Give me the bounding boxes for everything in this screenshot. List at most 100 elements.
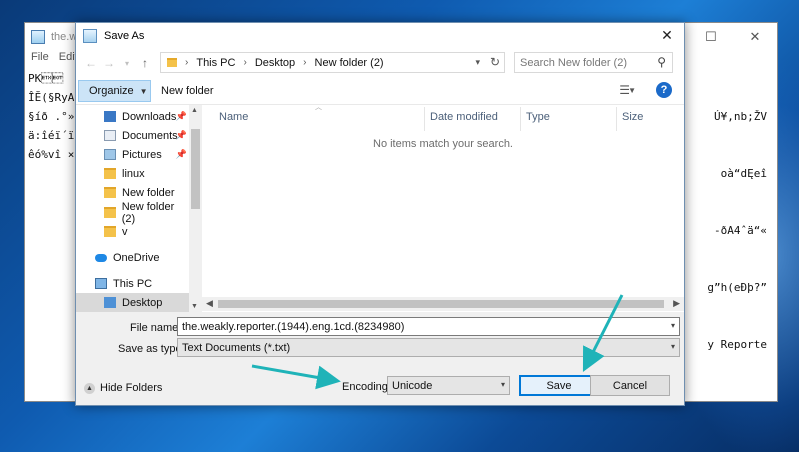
column-header-date-modified[interactable]: Date modified (430, 111, 498, 123)
up-arrow-icon[interactable]: ↑ (136, 56, 154, 70)
menu-file[interactable]: File (31, 51, 49, 69)
desktop-icon (104, 297, 116, 308)
scroll-down-icon[interactable]: ▼ (191, 303, 198, 310)
organize-button[interactable]: Organize ▼ (78, 80, 151, 102)
file-list-pane: ︿ Name Date modified Type Size No items … (202, 104, 684, 312)
hide-folders-label: Hide Folders (100, 382, 163, 394)
nav-item-label: New folder (122, 186, 175, 199)
encoding-select[interactable]: Unicode ▾ (387, 376, 510, 395)
nav-item-label: linux (122, 167, 145, 180)
breadcrumb-desktop[interactable]: Desktop (255, 57, 295, 69)
nav-item-new-folder[interactable]: New folder (76, 183, 189, 202)
dialog-title: Save As (104, 30, 145, 42)
folder-icon (104, 207, 116, 218)
encoding-value: Unicode (392, 379, 433, 392)
nav-item-label: Desktop (122, 296, 163, 309)
close-icon[interactable]: ✕ (733, 23, 777, 51)
nav-item-label: Downloads (122, 110, 177, 123)
text-line: oà“dĘeî (720, 167, 767, 180)
folder-icon (104, 187, 116, 198)
horizontal-scrollbar[interactable]: ◀ ▶ (202, 297, 684, 311)
save-options-panel: File name: the.weakly.reporter.(1944).en… (76, 312, 684, 405)
address-bar[interactable]: › This PC › Desktop › New folder (2) ▾ ↻ (160, 52, 505, 73)
column-divider[interactable] (520, 107, 521, 131)
nav-item-pictures[interactable]: Pictures 📌 (76, 145, 189, 164)
save-button[interactable]: Save (519, 375, 599, 396)
notepad-icon (83, 29, 97, 43)
nav-item-this-pc[interactable]: This PC (76, 274, 189, 293)
nav-item-v[interactable]: v (76, 222, 189, 241)
address-row: ← → ▾ ↑ › This PC › Desktop › New folder… (76, 49, 684, 77)
cancel-button[interactable]: Cancel (590, 375, 670, 396)
scrollbar-thumb[interactable] (191, 129, 200, 209)
folder-icon (167, 58, 177, 67)
browser-area: Downloads 📌 Documents 📌 Pictures 📌 linux… (76, 104, 684, 312)
forward-arrow-icon[interactable]: → (100, 56, 118, 70)
column-header-size[interactable]: Size (622, 111, 643, 123)
text-line: y Reporte (707, 338, 767, 351)
scroll-right-icon[interactable]: ▶ (673, 298, 680, 309)
search-input[interactable]: Search New folder (2) ⚲ (514, 52, 673, 73)
nav-item-linux[interactable]: linux (76, 164, 189, 183)
onedrive-icon (95, 253, 107, 262)
column-header-type[interactable]: Type (526, 111, 550, 123)
scrollbar-thumb[interactable] (218, 300, 664, 308)
command-bar: Organize ▼ New folder ☰ ▼ ? (76, 77, 684, 105)
search-icon: ⚲ (657, 55, 666, 69)
file-name-label: File name: (130, 322, 182, 334)
close-icon[interactable]: ✕ (658, 27, 676, 44)
chevron-right-icon: › (243, 57, 247, 68)
refresh-icon[interactable]: ↻ (490, 55, 500, 69)
organize-label: Organize (89, 85, 134, 97)
save-as-type-select[interactable]: Text Documents (*.txt) ▾ (177, 338, 680, 357)
save-as-dialog: Save As ✕ ← → ▾ ↑ › This PC › Desktop › … (75, 22, 685, 406)
recent-dropdown-icon[interactable]: ▾ (118, 59, 136, 68)
file-name-field[interactable]: the.weakly.reporter.(1944).eng.1cd.(8234… (177, 317, 680, 336)
text-line: g”h(eÐþ?” (707, 281, 767, 294)
this-pc-icon (95, 278, 107, 289)
text-line: -ðA4ˆä“« (714, 224, 767, 237)
nav-item-downloads[interactable]: Downloads 📌 (76, 107, 189, 126)
chevron-down-icon: ▾ (670, 342, 675, 351)
folder-icon (104, 226, 116, 237)
column-divider[interactable] (424, 107, 425, 131)
empty-message: No items match your search. (373, 138, 513, 150)
notepad-icon (31, 30, 45, 44)
pin-icon: 📌 (175, 130, 187, 140)
maximize-icon[interactable]: ☐ (689, 23, 733, 51)
nav-item-label: OneDrive (113, 251, 160, 264)
save-as-type-value: Text Documents (*.txt) (182, 341, 291, 354)
chevron-right-icon: › (185, 57, 189, 68)
dialog-titlebar[interactable]: Save As ✕ (76, 23, 684, 49)
text-line: Ú¥,nb;ŽV (714, 110, 767, 123)
documents-icon (104, 130, 116, 141)
nav-item-desktop[interactable]: Desktop (76, 293, 189, 312)
nav-item-label: This PC (113, 277, 153, 290)
file-name-value: the.weakly.reporter.(1944).eng.1cd.(8234… (182, 320, 405, 333)
nav-item-new-folder-2[interactable]: New folder (2) (76, 200, 189, 225)
navigation-pane: Downloads 📌 Documents 📌 Pictures 📌 linux… (76, 105, 189, 312)
chevron-down-icon[interactable]: ▾ (671, 321, 675, 330)
search-placeholder: Search New folder (2) (520, 56, 627, 69)
nav-pane-scrollbar[interactable]: ▲ ▼ (189, 105, 202, 312)
scroll-left-icon[interactable]: ◀ (206, 298, 213, 309)
chevron-down-icon[interactable]: ▾ (475, 57, 480, 68)
nav-item-onedrive[interactable]: OneDrive (76, 248, 189, 267)
breadcrumb-new-folder-2[interactable]: New folder (2) (315, 57, 384, 69)
pin-icon: 📌 (175, 111, 187, 121)
save-as-type-label: Save as type: (118, 343, 185, 355)
chevron-down-icon: ▾ (500, 380, 505, 389)
column-header-name[interactable]: Name (219, 111, 248, 123)
scroll-up-icon[interactable]: ▲ (191, 107, 198, 114)
new-folder-button[interactable]: New folder (161, 85, 214, 97)
help-icon[interactable]: ? (656, 82, 672, 98)
nav-item-documents[interactable]: Documents 📌 (76, 126, 189, 145)
back-arrow-icon[interactable]: ← (82, 56, 100, 70)
column-divider[interactable] (616, 107, 617, 131)
pictures-icon (104, 149, 116, 160)
chevron-down-icon[interactable]: ▼ (628, 86, 636, 95)
nav-item-label: v (122, 225, 128, 238)
hide-folders-button[interactable]: ▲ Hide Folders (84, 382, 162, 394)
breadcrumb-this-pc[interactable]: This PC (196, 57, 235, 69)
nav-item-label: New folder (2) (121, 200, 175, 225)
